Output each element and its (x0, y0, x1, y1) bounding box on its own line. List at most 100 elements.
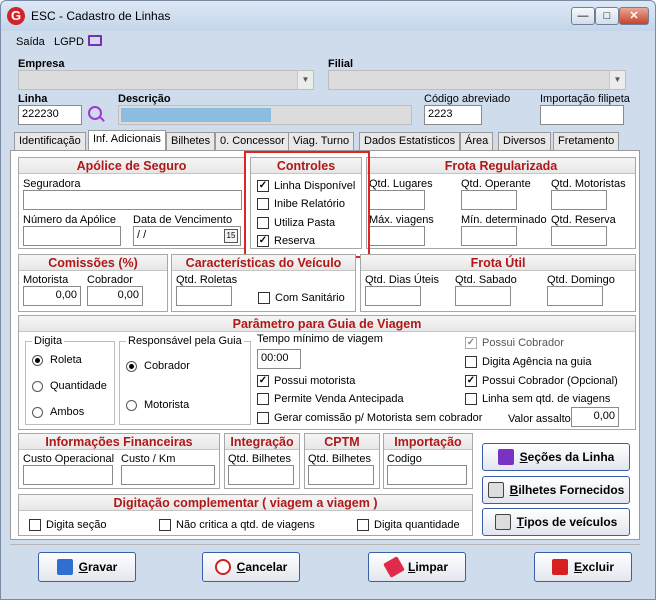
checkbox-linha-sem-viagens[interactable]: Linha sem qtd. de viagens (465, 393, 610, 405)
cptm-title: CPTM (305, 434, 379, 450)
chevron-down-icon: ▼ (297, 71, 313, 89)
apolice-group: Apólice de Seguro Seguradora Número da A… (18, 157, 245, 249)
importacao-title: Importação (384, 434, 472, 450)
cptm-field[interactable] (308, 465, 374, 485)
window-title: ESC - Cadastro de Linhas (31, 9, 171, 23)
gravar-button[interactable]: Gravar (38, 552, 136, 582)
tempo-field[interactable]: 00:00 (257, 349, 301, 369)
custo-km-field[interactable] (121, 465, 215, 485)
button-label: ravar (87, 560, 118, 574)
checkbox-box (465, 356, 477, 368)
check-icon: ✓ (257, 375, 269, 387)
checkbox-box (257, 393, 269, 405)
descricao-field[interactable] (118, 105, 412, 125)
integracao-label: Qtd. Bilhetes (228, 453, 291, 465)
excluir-button[interactable]: Excluir (534, 552, 632, 582)
limpar-button[interactable]: Limpar (368, 552, 466, 582)
custo-operacional-field[interactable] (23, 465, 113, 485)
custo-operacional-label: Custo Operacional (23, 453, 115, 465)
tab-concessor[interactable]: 0. Concessor (215, 132, 290, 150)
app-logo-icon: G (7, 7, 25, 25)
button-label: ipos de veículos (523, 515, 618, 529)
financeiras-title: Informações Financeiras (19, 434, 219, 450)
digita-label: Digita (32, 335, 65, 347)
radio-ambos[interactable]: Ambos (32, 406, 84, 418)
min-determinado-field[interactable] (461, 226, 517, 246)
qtd-reserva-field[interactable] (551, 226, 607, 246)
maximize-button[interactable]: □ (595, 7, 619, 25)
integracao-field[interactable] (228, 465, 294, 485)
tab-inf-adicionais[interactable]: Inf. Adicionais (88, 130, 166, 150)
linha-field[interactable]: 222230 (18, 105, 82, 125)
check-icon: ✓ (465, 337, 477, 349)
checkbox-digita-agencia[interactable]: Digita Agência na guia (465, 356, 591, 368)
valor-assalto-field[interactable]: 0,00 (571, 407, 619, 427)
secoes-linha-button[interactable]: Seções da Linha (482, 443, 630, 471)
checkbox-label: Não critica a qtd. de viagens (176, 519, 315, 531)
save-icon (56, 559, 73, 575)
radio-motorista[interactable]: Motorista (126, 399, 189, 411)
menu-lgpd[interactable]: LGPD (54, 36, 84, 48)
close-button[interactable]: ✕ (619, 7, 649, 25)
tipos-veiculos-button[interactable]: Tipos de veículos (482, 508, 630, 536)
qtd-domingo-field[interactable] (547, 286, 603, 306)
qtd-dias-uteis-label: Qtd. Dias Úteis (365, 274, 439, 286)
button-label: ilhetes Fornecidos (518, 483, 625, 497)
qtd-lugares-field[interactable] (369, 190, 425, 210)
importacao-field[interactable] (540, 105, 624, 125)
codigo-field[interactable]: 2223 (424, 105, 482, 125)
tab-fretamento[interactable]: Fretamento (553, 132, 620, 150)
comissao-motorista-field[interactable]: 0,00 (23, 286, 81, 306)
checkbox-venda-antecipada[interactable]: Permite Venda Antecipada (257, 393, 404, 405)
qtd-operante-field[interactable] (461, 190, 517, 210)
checkbox-cobrador-opcional[interactable]: ✓ Possui Cobrador (Opcional) (465, 375, 618, 387)
checkbox-box (257, 412, 269, 424)
radio-icon (32, 380, 43, 392)
checkbox-com-sanitario[interactable]: Com Sanitário (258, 292, 345, 304)
checkbox-possui-cobrador[interactable]: ✓ Possui Cobrador (465, 337, 564, 349)
radio-quantidade[interactable]: Quantidade (32, 380, 107, 392)
numero-apolice-label: Número da Apólice (23, 214, 116, 226)
tab-dados-estatisticos[interactable]: Dados Estatísticos (359, 132, 461, 150)
comissao-cobrador-field[interactable]: 0,00 (87, 286, 143, 306)
bilhetes-fornecidos-button[interactable]: Bilhetes Fornecidos (482, 476, 630, 504)
max-viagens-field[interactable] (369, 226, 425, 246)
calendar-icon[interactable]: 15 (224, 229, 238, 243)
qtd-motoristas-field[interactable] (551, 190, 607, 210)
parametro-group: Parâmetro para Guia de Viagem Digita Rol… (18, 315, 636, 430)
tab-area[interactable]: Área (460, 132, 494, 150)
empresa-select[interactable]: ▼ (18, 70, 314, 90)
radio-label: Quantidade (50, 380, 107, 392)
qtd-sabado-field[interactable] (455, 286, 511, 306)
checkbox-label: Com Sanitário (275, 292, 345, 304)
checkbox-gerar-comissao[interactable]: Gerar comissão p/ Motorista sem cobrador (257, 412, 482, 424)
qtd-dias-uteis-field[interactable] (365, 286, 421, 306)
tab-identificacao[interactable]: Identificação (14, 132, 86, 150)
numero-apolice-field[interactable] (23, 226, 121, 246)
qtd-roletas-field[interactable] (176, 286, 232, 306)
radio-roleta[interactable]: Roleta (32, 354, 82, 366)
button-mnemonic: S (519, 450, 528, 464)
qtd-motoristas-label: Qtd. Motoristas (551, 178, 626, 190)
data-vencimento-field[interactable]: / / 15 (133, 226, 241, 246)
tab-diversos[interactable]: Diversos (498, 132, 551, 150)
monitor-icon[interactable] (88, 35, 102, 46)
checkbox-possui-motorista[interactable]: ✓ Possui motorista (257, 375, 355, 387)
checkbox-nao-critica[interactable]: Não critica a qtd. de viagens (159, 519, 315, 531)
minimize-button[interactable]: — (571, 7, 595, 25)
tab-viag-turno[interactable]: Viag. Turno (288, 132, 355, 150)
menu-saida[interactable]: Saída (16, 36, 45, 48)
checkbox-box (357, 519, 369, 531)
seguradora-field[interactable] (23, 190, 242, 210)
cancelar-button[interactable]: Cancelar (202, 552, 300, 582)
checkbox-digita-secao[interactable]: Digita seção (29, 519, 107, 531)
responsavel-label: Responsável pela Guia (126, 335, 244, 347)
checkbox-digita-quantidade[interactable]: Digita quantidade (357, 519, 460, 531)
button-label: impar (415, 560, 449, 574)
codigo-import-field[interactable] (387, 465, 467, 485)
codigo-label: Código abreviado (424, 93, 511, 105)
radio-cobrador[interactable]: Cobrador (126, 360, 190, 372)
tab-bilhetes[interactable]: Bilhetes (166, 132, 216, 150)
filial-select[interactable]: ▼ (328, 70, 626, 90)
cptm-label: Qtd. Bilhetes (308, 453, 371, 465)
